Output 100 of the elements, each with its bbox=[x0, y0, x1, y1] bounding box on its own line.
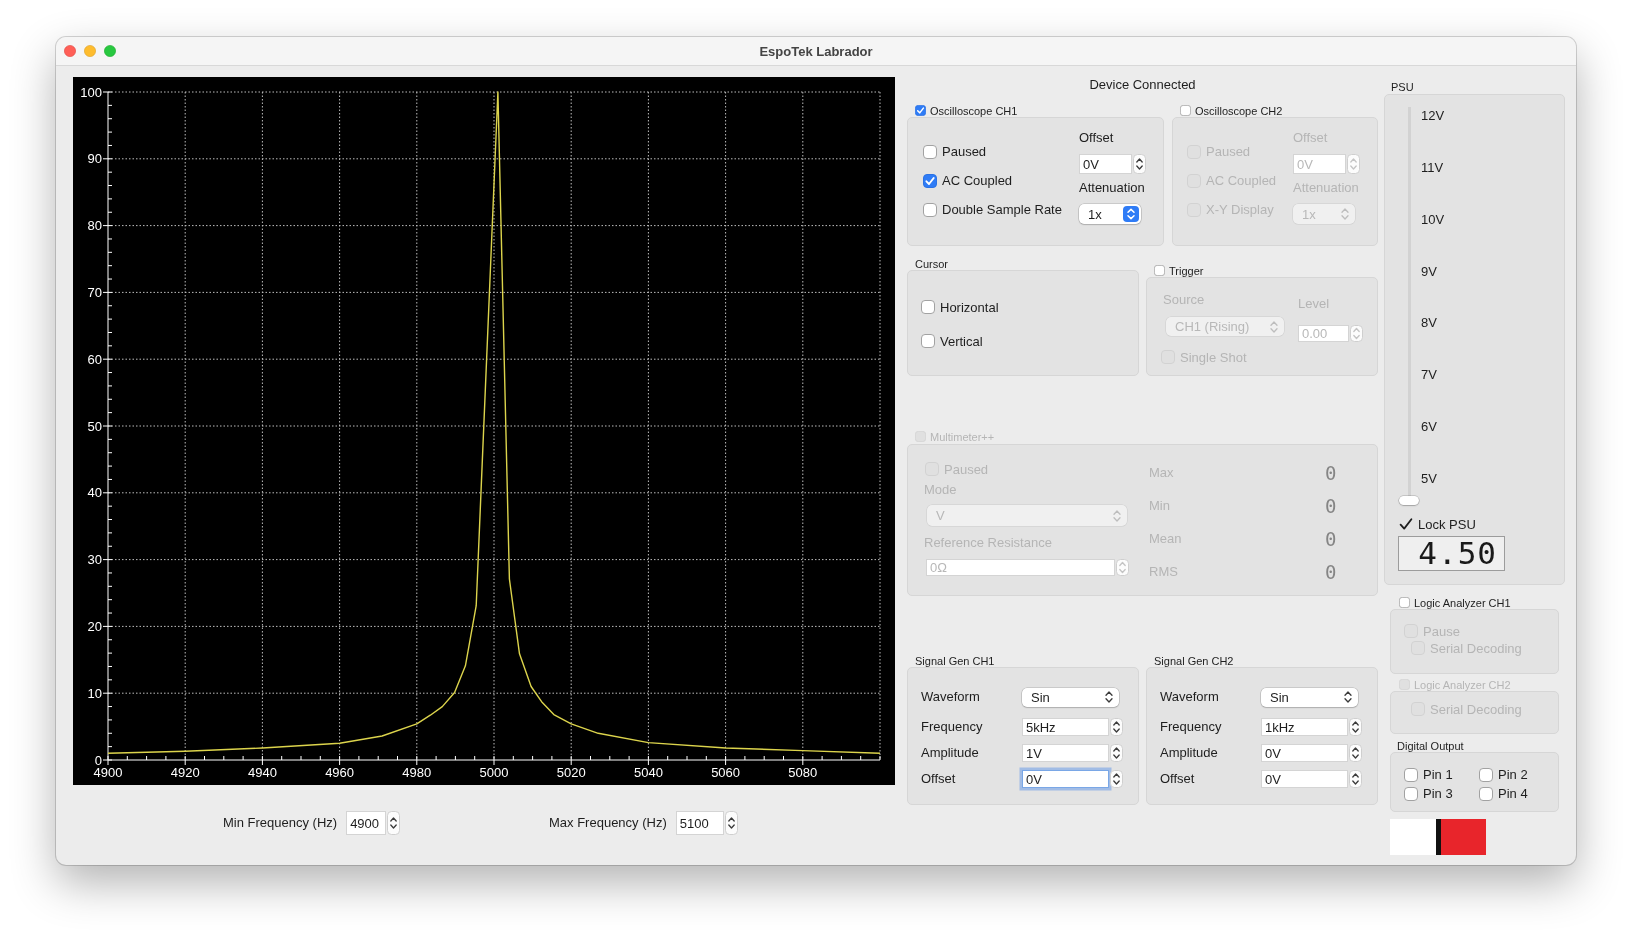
scale-label: 11V bbox=[1421, 159, 1445, 176]
checkbox-label[interactable]: Pin 3 bbox=[1423, 786, 1453, 801]
group-title: Signal Gen CH1 bbox=[915, 654, 995, 667]
spin-arrows-icon[interactable] bbox=[387, 811, 401, 835]
checkbox[interactable] bbox=[1479, 786, 1493, 801]
field-label: Offset bbox=[1079, 130, 1114, 146]
y-tick-label: 90 bbox=[87, 151, 102, 167]
field-label: Frequency bbox=[1160, 719, 1223, 735]
attenuation-dropdown[interactable]: 1x bbox=[1079, 204, 1141, 224]
group-checkbox[interactable] bbox=[915, 105, 926, 116]
checkbox-label[interactable]: Vertical bbox=[940, 333, 983, 349]
scale-label: 7V bbox=[1421, 367, 1438, 384]
checkbox[interactable] bbox=[921, 300, 935, 314]
y-tick-label: 50 bbox=[87, 418, 102, 434]
updown-arrows-icon bbox=[1270, 320, 1278, 333]
checkbox-label[interactable]: Paused bbox=[942, 144, 987, 159]
x-tick-label: 5020 bbox=[556, 765, 586, 780]
group-checkbox[interactable] bbox=[1180, 105, 1191, 116]
scale-label: 10V bbox=[1421, 211, 1445, 228]
updown-arrows-icon bbox=[1344, 691, 1352, 703]
y-tick-label: 80 bbox=[87, 218, 102, 234]
x-tick-label: 4940 bbox=[247, 765, 277, 780]
waveform-dropdown[interactable]: Sin bbox=[1022, 687, 1119, 707]
field-label: Waveform bbox=[921, 689, 981, 705]
checkbox-label[interactable]: Lock PSU bbox=[1418, 516, 1476, 532]
y-tick-label: 10 bbox=[87, 685, 102, 701]
spin-arrows-icon[interactable] bbox=[1110, 744, 1123, 762]
group-title: PSU bbox=[1390, 81, 1415, 94]
y-tick-label: 30 bbox=[87, 552, 102, 568]
spin-arrows-icon[interactable] bbox=[1110, 718, 1123, 736]
value-field[interactable]: 1V bbox=[1022, 744, 1109, 762]
field-label: Offset bbox=[921, 771, 957, 787]
offset-field[interactable]: 0V bbox=[1079, 154, 1132, 174]
updown-arrows-icon bbox=[1113, 509, 1121, 522]
y-tick-label: 40 bbox=[87, 485, 102, 501]
x-tick-label: 4960 bbox=[325, 765, 355, 780]
checkbox-label[interactable]: Pin 2 bbox=[1498, 767, 1528, 782]
value-field[interactable]: 0V bbox=[1261, 770, 1348, 788]
field-label: Amplitude bbox=[921, 745, 980, 761]
reading-display: 0 bbox=[1325, 560, 1338, 583]
checkbox-label[interactable]: Pin 1 bbox=[1423, 767, 1453, 782]
spin-arrows-icon[interactable] bbox=[1349, 718, 1362, 736]
scale-label: 8V bbox=[1421, 315, 1438, 332]
field-label: Waveform bbox=[1160, 689, 1220, 705]
checkbox[interactable] bbox=[921, 334, 935, 348]
zoom-icon[interactable] bbox=[104, 45, 116, 57]
group-title: Logic Analyzer CH1 bbox=[1414, 596, 1511, 609]
field-label: Max Frequency (Hz) bbox=[549, 815, 667, 831]
checkbox[interactable] bbox=[1479, 767, 1493, 782]
scale-label: 9V bbox=[1421, 263, 1438, 280]
frequency-field[interactable]: 4900 bbox=[346, 811, 387, 835]
x-tick-label: 5060 bbox=[711, 765, 741, 780]
waveform-dropdown[interactable]: Sin bbox=[1261, 687, 1358, 707]
spin-arrows-icon[interactable] bbox=[724, 811, 738, 835]
frequency-field[interactable]: 5100 bbox=[675, 811, 724, 835]
checkbox-label[interactable]: Pin 4 bbox=[1498, 786, 1528, 801]
checkbox[interactable] bbox=[923, 173, 937, 188]
y-tick-label: 20 bbox=[87, 618, 102, 634]
checkbox[interactable] bbox=[923, 144, 937, 159]
voltage-display: 4.50 bbox=[1398, 536, 1505, 571]
x-tick-label: 5080 bbox=[788, 765, 818, 780]
y-tick-label: 60 bbox=[87, 351, 102, 367]
spin-arrows-icon[interactable] bbox=[1133, 154, 1146, 174]
group-checkbox[interactable] bbox=[1399, 597, 1410, 608]
minimize-icon[interactable] bbox=[84, 45, 96, 57]
reading-display: 0 bbox=[1325, 527, 1338, 550]
group-checkbox[interactable] bbox=[1154, 265, 1165, 276]
group-title: Digital Output bbox=[1397, 739, 1464, 752]
field-label: Frequency bbox=[921, 719, 984, 735]
field-label: Offset bbox=[1160, 771, 1196, 787]
x-tick-label: 4980 bbox=[402, 765, 432, 780]
group-title: Cursor bbox=[915, 257, 948, 270]
connection-status: Device Connected bbox=[1088, 77, 1197, 93]
scale-label: 6V bbox=[1421, 419, 1438, 436]
checkbox[interactable] bbox=[1404, 786, 1418, 801]
group-title: Trigger bbox=[1169, 264, 1204, 277]
group-title: Signal Gen CH2 bbox=[1154, 654, 1234, 667]
checkbox[interactable] bbox=[1404, 767, 1418, 782]
close-icon[interactable] bbox=[64, 45, 76, 57]
value-field[interactable]: 5kHz bbox=[1022, 718, 1109, 736]
value-field[interactable]: 0V bbox=[1022, 770, 1109, 788]
window-title: EspoTek Labrador bbox=[759, 43, 873, 59]
spin-arrows-icon[interactable] bbox=[1349, 770, 1362, 788]
x-tick-label: 5040 bbox=[633, 765, 663, 780]
scale-label: 12V bbox=[1421, 108, 1445, 124]
value-field[interactable]: 0V bbox=[1261, 744, 1348, 762]
checkbox[interactable] bbox=[923, 202, 937, 217]
checkbox-label[interactable]: Double Sample Rate bbox=[942, 202, 1062, 217]
checkbox-label[interactable]: Horizontal bbox=[940, 299, 999, 315]
field-label: Attenuation bbox=[1079, 180, 1145, 196]
group-title: Oscilloscope CH2 bbox=[1195, 104, 1283, 117]
checkbox[interactable] bbox=[1399, 517, 1413, 531]
updown-arrows-icon bbox=[1123, 206, 1139, 222]
reading-display: 0 bbox=[1325, 494, 1338, 517]
slider-handle[interactable] bbox=[1399, 496, 1419, 505]
spin-arrows-icon[interactable] bbox=[1349, 744, 1362, 762]
checkbox-label[interactable]: AC Coupled bbox=[942, 173, 1013, 188]
spin-arrows-icon[interactable] bbox=[1110, 770, 1123, 788]
value-field[interactable]: 1kHz bbox=[1261, 718, 1348, 736]
x-tick-label: 5000 bbox=[479, 765, 509, 780]
